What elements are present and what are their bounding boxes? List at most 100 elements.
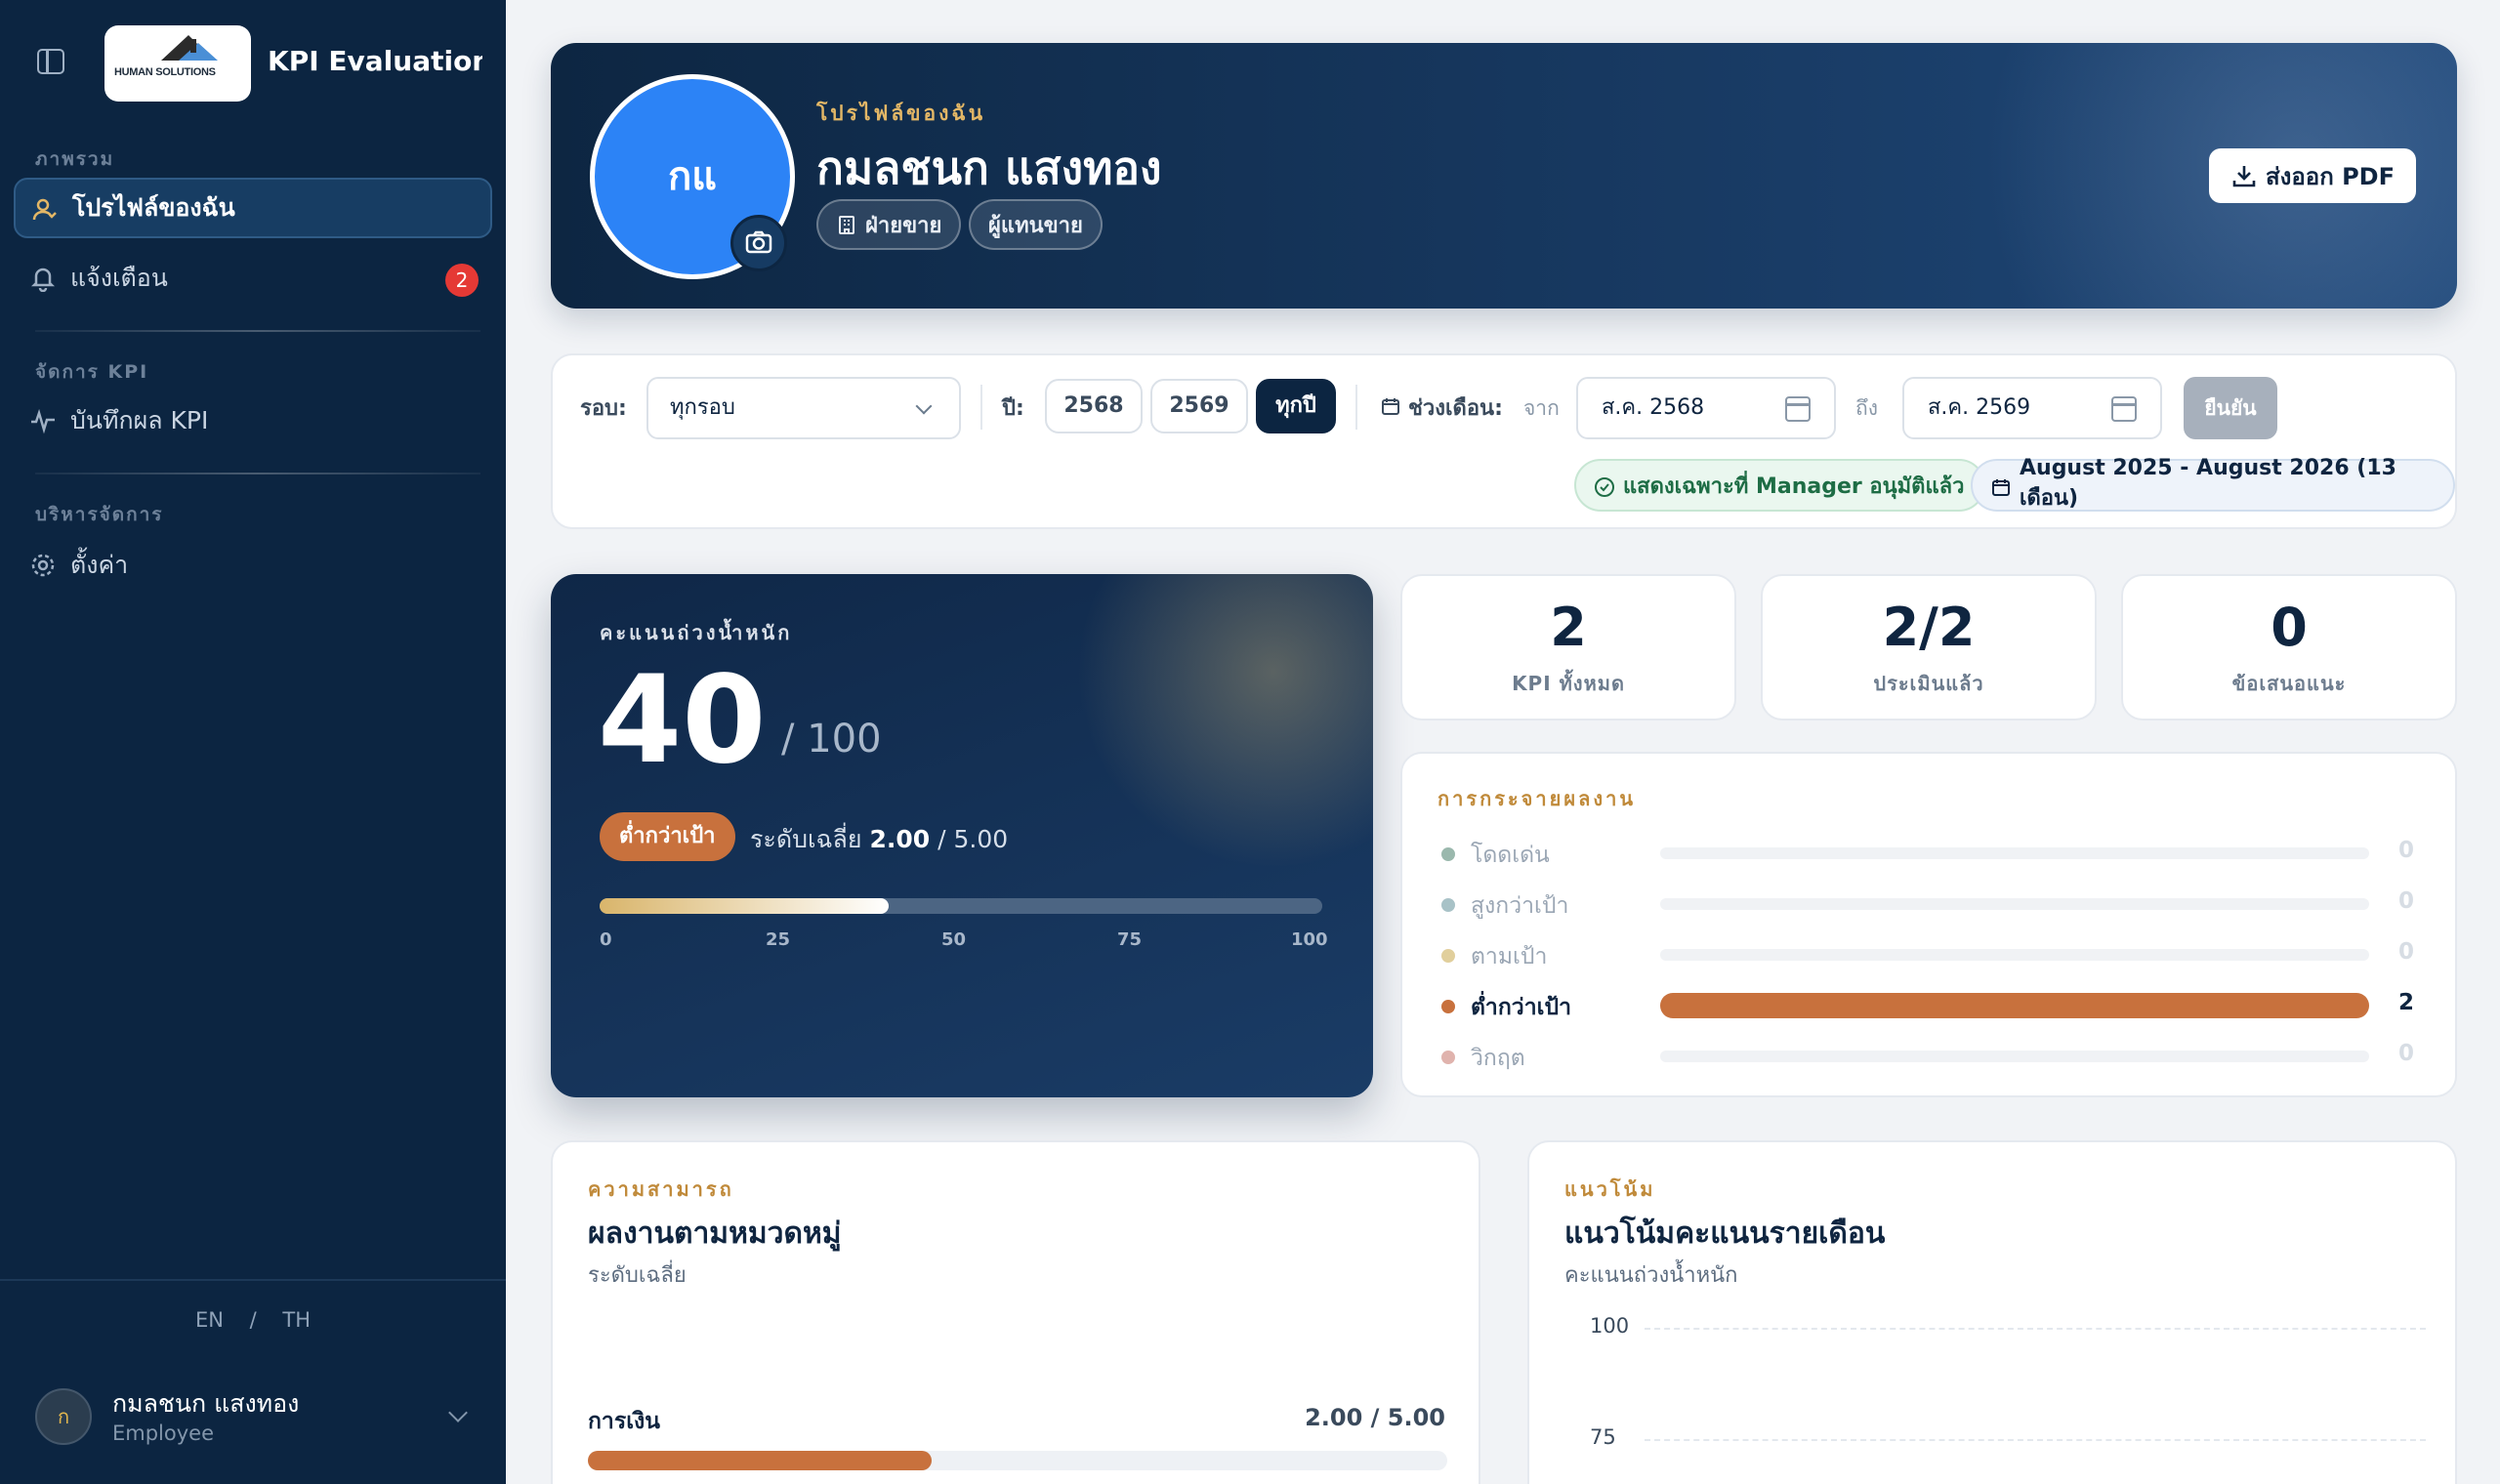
distribution-row: สูงกว่าเป้า 0 xyxy=(1438,885,2424,924)
export-label: ส่งออก PDF xyxy=(2266,162,2395,190)
score-max: / 100 xyxy=(781,717,882,762)
monthly-trend-card: แนวโน้ม แนวโน้มคะแนนรายเดือน คะแนนถ่วงน้… xyxy=(1527,1140,2457,1484)
level-label: ระดับเฉลี่ย xyxy=(750,825,862,853)
gridline xyxy=(1645,1439,2426,1441)
card-subtitle: ระดับเฉลี่ย xyxy=(588,1263,687,1288)
profile-header: กแ โปรไฟล์ของฉัน กมลชนก แสงทอง ฝ่ายขาย ผ… xyxy=(551,43,2457,309)
position-label: ผู้แทนขาย xyxy=(988,213,1083,238)
round-select[interactable]: ทุกรอบ xyxy=(646,377,961,439)
level-max: / 5.00 xyxy=(938,825,1009,853)
category-name: การเงิน xyxy=(588,1409,661,1434)
level-value: 2.00 xyxy=(869,825,931,853)
stat-label: ข้อเสนอแนะ xyxy=(2231,672,2347,695)
approved-only-toggle[interactable]: แสดงเฉพาะที่ Manager อนุมัติแล้ว xyxy=(1574,459,1986,512)
confirm-button[interactable]: ยืนยัน xyxy=(2184,377,2277,439)
distribution-row: ตามเป้า 0 xyxy=(1438,935,2424,974)
score-progress-track xyxy=(600,898,1322,914)
y-tick-label: 100 xyxy=(1590,1314,1630,1338)
stat-value: 2 xyxy=(1550,597,1587,658)
sidebar-item-kpi-record[interactable]: บันทึกผล KPI xyxy=(14,391,492,451)
stat-feedback: 0 ข้อเสนอแนะ xyxy=(2121,574,2457,721)
department-tag: ฝ่ายขาย xyxy=(816,199,962,250)
distribution-label: สูงกว่าเป้า xyxy=(1471,893,1569,919)
distribution-count: 0 xyxy=(2397,1041,2414,1066)
year-chip-all[interactable]: ทุกปี xyxy=(1256,379,1336,433)
avatar[interactable]: ก xyxy=(35,1388,92,1445)
position-tag: ผู้แทนขาย xyxy=(969,199,1103,250)
download-icon xyxy=(2232,166,2256,187)
stat-value: 0 xyxy=(2271,597,2308,658)
chevron-down-icon[interactable] xyxy=(448,1403,468,1422)
export-pdf-button[interactable]: ส่งออก PDF xyxy=(2209,148,2416,203)
approved-only-label: แสดงเฉพาะที่ Manager อนุมัติแล้ว xyxy=(1623,474,1965,499)
sidebar-item-label: บันทึกผล KPI xyxy=(70,406,209,434)
distribution-label: ตามเป้า xyxy=(1471,944,1548,969)
language-switcher: EN / TH xyxy=(0,1308,506,1332)
sidebar-item-profile[interactable]: โปรไฟล์ของฉัน xyxy=(14,178,492,238)
legend-dot xyxy=(1441,1051,1455,1064)
distribution-label: ต่ำกว่าเป้า xyxy=(1471,995,1571,1020)
weighted-score-card: คะแนนถ่วงน้ำหนัก 40 / 100 ต่ำกว่าเป้า ระ… xyxy=(551,574,1373,1097)
user-name[interactable]: กมลชนก แสงทอง xyxy=(112,1384,299,1423)
distribution-track xyxy=(1660,949,2369,961)
sidebar-toggle-icon[interactable] xyxy=(37,49,64,74)
gridline xyxy=(1645,1328,2426,1330)
card-title: แนวโน้มคะแนนรายเดือน xyxy=(1564,1216,1886,1251)
status-badge: ต่ำกว่าเป้า xyxy=(600,812,735,861)
sidebar: HUMAN SOLUTIONS KPI Evaluation ... ภาพรว… xyxy=(0,0,506,1484)
check-circle-icon xyxy=(1595,477,1614,497)
to-label: ถึง xyxy=(1855,396,1878,420)
page-title: กมลชนก แสงทอง xyxy=(816,142,1162,194)
divider xyxy=(35,330,480,332)
category-value: 2.00 / 5.00 xyxy=(1305,1404,1445,1431)
round-value: ทุกรอบ xyxy=(670,395,735,420)
logo-text: HUMAN SOLUTIONS xyxy=(114,66,216,78)
year-chip-2569[interactable]: 2569 xyxy=(1150,379,1248,433)
distribution-bar xyxy=(1660,993,2369,1018)
to-date-input[interactable]: ส.ค. 2569 xyxy=(1902,377,2162,439)
distribution-row: โดดเด่น 0 xyxy=(1438,834,2424,873)
stat-evaluated: 2/2 ประเมินแล้ว xyxy=(1761,574,2097,721)
divider xyxy=(980,385,982,430)
legend-dot xyxy=(1441,898,1455,912)
gear-icon xyxy=(31,554,55,577)
distribution-count: 0 xyxy=(2397,838,2414,863)
stat-label: KPI ทั้งหมด xyxy=(1512,672,1625,695)
distribution-track xyxy=(1660,847,2369,859)
legend-dot xyxy=(1441,847,1455,861)
score-tick: 100 xyxy=(1291,929,1328,950)
distribution-count: 0 xyxy=(2397,888,2414,914)
category-progress-fill xyxy=(588,1451,932,1470)
lang-th-button[interactable]: TH xyxy=(282,1308,311,1332)
chevron-down-icon xyxy=(915,397,933,415)
round-label: รอบ: xyxy=(580,396,627,421)
divider xyxy=(1355,385,1357,430)
distribution-count: 0 xyxy=(2397,939,2414,965)
year-chip-2568[interactable]: 2568 xyxy=(1045,379,1143,433)
category-performance-card: ความสามารถ ผลงานตามหมวดหมู่ ระดับเฉลี่ย … xyxy=(551,1140,1480,1484)
company-logo: HUMAN SOLUTIONS xyxy=(104,25,251,102)
average-level: ระดับเฉลี่ย 2.00 / 5.00 xyxy=(750,820,1008,859)
calendar-icon xyxy=(1992,479,2010,496)
score-value: 40 xyxy=(598,650,767,791)
sidebar-item-notifications[interactable]: แจ้งเตือน 2 xyxy=(14,248,492,309)
sidebar-item-settings[interactable]: ตั้งค่า xyxy=(14,535,492,596)
category-progress-track xyxy=(588,1451,1447,1470)
section-kpi: จัดการ KPI xyxy=(35,361,149,383)
calendar-icon xyxy=(2111,396,2137,422)
distribution-label: โดดเด่น xyxy=(1471,843,1550,868)
user-icon xyxy=(32,198,57,221)
card-kicker: ความสามารถ xyxy=(588,1177,734,1201)
lang-en-button[interactable]: EN xyxy=(195,1308,224,1332)
filter-bar: รอบ: ทุกรอบ ปี: 2568 2569 ทุกปี ช่วงเดือ… xyxy=(551,353,2457,529)
change-photo-button[interactable] xyxy=(730,215,787,271)
from-date-input[interactable]: ส.ค. 2568 xyxy=(1576,377,1836,439)
sidebar-item-label: โปรไฟล์ของฉัน xyxy=(72,193,235,222)
department-label: ฝ่ายขาย xyxy=(865,213,942,238)
year-label: ปี: xyxy=(1002,396,1024,421)
calendar-icon xyxy=(1382,398,1399,415)
distribution-track xyxy=(1660,1051,2369,1062)
card-title: ผลงานตามหมวดหมู่ xyxy=(588,1216,842,1251)
card-subtitle: คะแนนถ่วงน้ำหนัก xyxy=(1564,1263,1738,1288)
calendar-icon xyxy=(1785,396,1811,422)
